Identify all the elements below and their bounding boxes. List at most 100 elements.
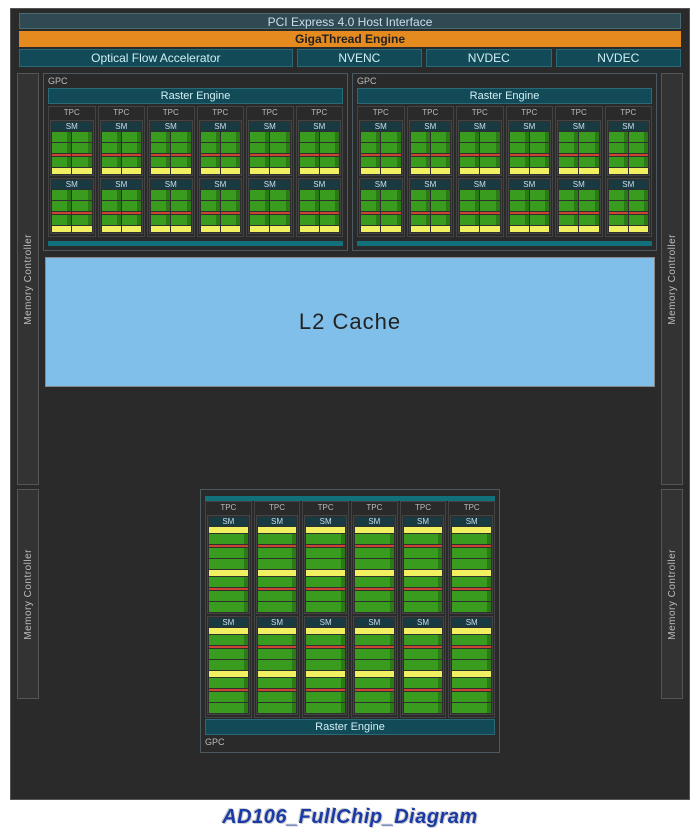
sm-cores [52, 132, 92, 174]
sm-cores [452, 628, 491, 713]
sm-label: SM [201, 180, 241, 189]
sm-block: SM [409, 178, 453, 234]
tpc-label: TPC [402, 503, 445, 513]
sm-block: SM [100, 178, 144, 234]
tpc-label: TPC [304, 503, 347, 513]
sm-block: SM [607, 178, 651, 234]
center-top: GPCRaster EngineTPCSMSMTPCSMSMTPCSMSMTPC… [41, 71, 659, 487]
sm-label: SM [250, 122, 290, 131]
tpc-block: TPCSMSM [48, 106, 96, 237]
sm-label: SM [559, 122, 599, 131]
sm-label: SM [361, 122, 401, 131]
sm-label: SM [209, 618, 248, 627]
sm-label: SM [258, 517, 297, 526]
gpc-label: GPC [203, 737, 497, 748]
gpc-block: GPCRaster EngineTPCSMSMTPCSMSMTPCSMSMTPC… [352, 73, 657, 251]
sm-cores [361, 190, 401, 232]
chip-die: PCI Express 4.0 Host Interface GigaThrea… [10, 8, 690, 800]
gpc-block: SMSMTPCSMSMTPCSMSMTPCSMSMTPCSMSMTPCSMSMT… [200, 489, 500, 753]
memory-controller: Memory Controller [661, 489, 683, 699]
encoder-row: Optical Flow Accelerator NVENC NVDEC NVD… [19, 49, 681, 67]
tpc-row: TPCSMSMTPCSMSMTPCSMSMTPCSMSMTPCSMSMTPCSM… [355, 106, 654, 237]
sm-cores [510, 132, 550, 174]
sm-block: SM [304, 616, 347, 715]
tpc-block: TPCSMSM [197, 106, 245, 237]
sm-cores [460, 190, 500, 232]
sm-block: SM [353, 515, 396, 614]
sm-block: SM [508, 120, 552, 176]
sm-cores [258, 527, 297, 612]
sm-label: SM [306, 618, 345, 627]
gigathread-engine: GigaThread Engine [19, 31, 681, 47]
sm-label: SM [355, 618, 394, 627]
tpc-label: TPC [248, 108, 292, 118]
sm-block: SM [402, 515, 445, 614]
sm-cores [411, 132, 451, 174]
tpc-block: TPCSMSM [147, 106, 195, 237]
tpc-label: TPC [149, 108, 193, 118]
tpc-row: SMSMTPCSMSMTPCSMSMTPCSMSMTPCSMSMTPCSMSMT… [203, 501, 497, 718]
sm-block: SM [557, 120, 601, 176]
sm-block: SM [508, 178, 552, 234]
tpc-block: TPCSMSM [296, 106, 344, 237]
tpc-label: TPC [557, 108, 601, 118]
tpc-block: SM SM TPC [351, 501, 398, 718]
tpc-block: TPC SM SM [246, 106, 294, 237]
sm-label: SM [559, 180, 599, 189]
sm-label: SM [355, 517, 394, 526]
sm-cores [102, 190, 142, 232]
sm-label: SM [510, 180, 550, 189]
sm-cores [250, 190, 290, 232]
tpc-label: TPC [199, 108, 243, 118]
tpc-label: TPC [607, 108, 651, 118]
sm-block: SM [450, 616, 493, 715]
sm-block: SM [409, 120, 453, 176]
nvenc-block: NVENC [297, 49, 422, 67]
polymorph-bar [357, 241, 652, 246]
polymorph-bar [48, 241, 343, 246]
sm-block: SM [207, 616, 250, 715]
tpc-block: SMSMTPC [448, 501, 495, 718]
sm-label: SM [404, 517, 443, 526]
tpc-label: TPC [207, 503, 250, 513]
tpc-block: TPCSMSM [605, 106, 653, 237]
sm-label: SM [510, 122, 550, 131]
sm-cores [609, 190, 649, 232]
sm-cores [609, 132, 649, 174]
sm-label: SM [361, 180, 401, 189]
sm-cores [559, 132, 599, 174]
gpc-label: GPC [355, 76, 654, 87]
sm-block: SM [149, 178, 193, 234]
gpc-label: GPC [46, 76, 345, 87]
bottom-section: Memory Controller SMSMTPCSMSMTPCSMSMTPCS… [15, 487, 685, 755]
tpc-label: TPC [50, 108, 94, 118]
sm-block: SM [359, 178, 403, 234]
sm-cores [460, 132, 500, 174]
sm-label: SM [404, 618, 443, 627]
sm-cores [404, 527, 443, 612]
tpc-block: TPCSMSM [98, 106, 146, 237]
sm-block: SM [199, 178, 243, 234]
sm-cores [201, 132, 241, 174]
sm-block: SM [450, 515, 493, 614]
diagram-caption: AD106_FullChip_Diagram [0, 806, 700, 829]
tpc-label: TPC [508, 108, 552, 118]
tpc-block: TPC SM SM [506, 106, 554, 237]
tpc-block: TPCSMSM [357, 106, 405, 237]
tpc-label: TPC [298, 108, 342, 118]
nvdec-block: NVDEC [556, 49, 681, 67]
tpc-label: TPC [353, 503, 396, 513]
raster-engine: Raster Engine [357, 88, 652, 104]
sm-block: SM [298, 120, 342, 176]
nvdec-block: NVDEC [426, 49, 551, 67]
sm-cores [250, 132, 290, 174]
sm-cores [102, 132, 142, 174]
sm-label: SM [258, 618, 297, 627]
sm-label: SM [102, 180, 142, 189]
sm-block: SM [458, 178, 502, 234]
tpc-block: SMSMTPC [302, 501, 349, 718]
sm-block: SM [248, 178, 292, 234]
sm-cores [300, 190, 340, 232]
top-section: Memory Controller GPCRaster EngineTPCSMS… [15, 71, 685, 487]
sm-block: SM [50, 120, 94, 176]
